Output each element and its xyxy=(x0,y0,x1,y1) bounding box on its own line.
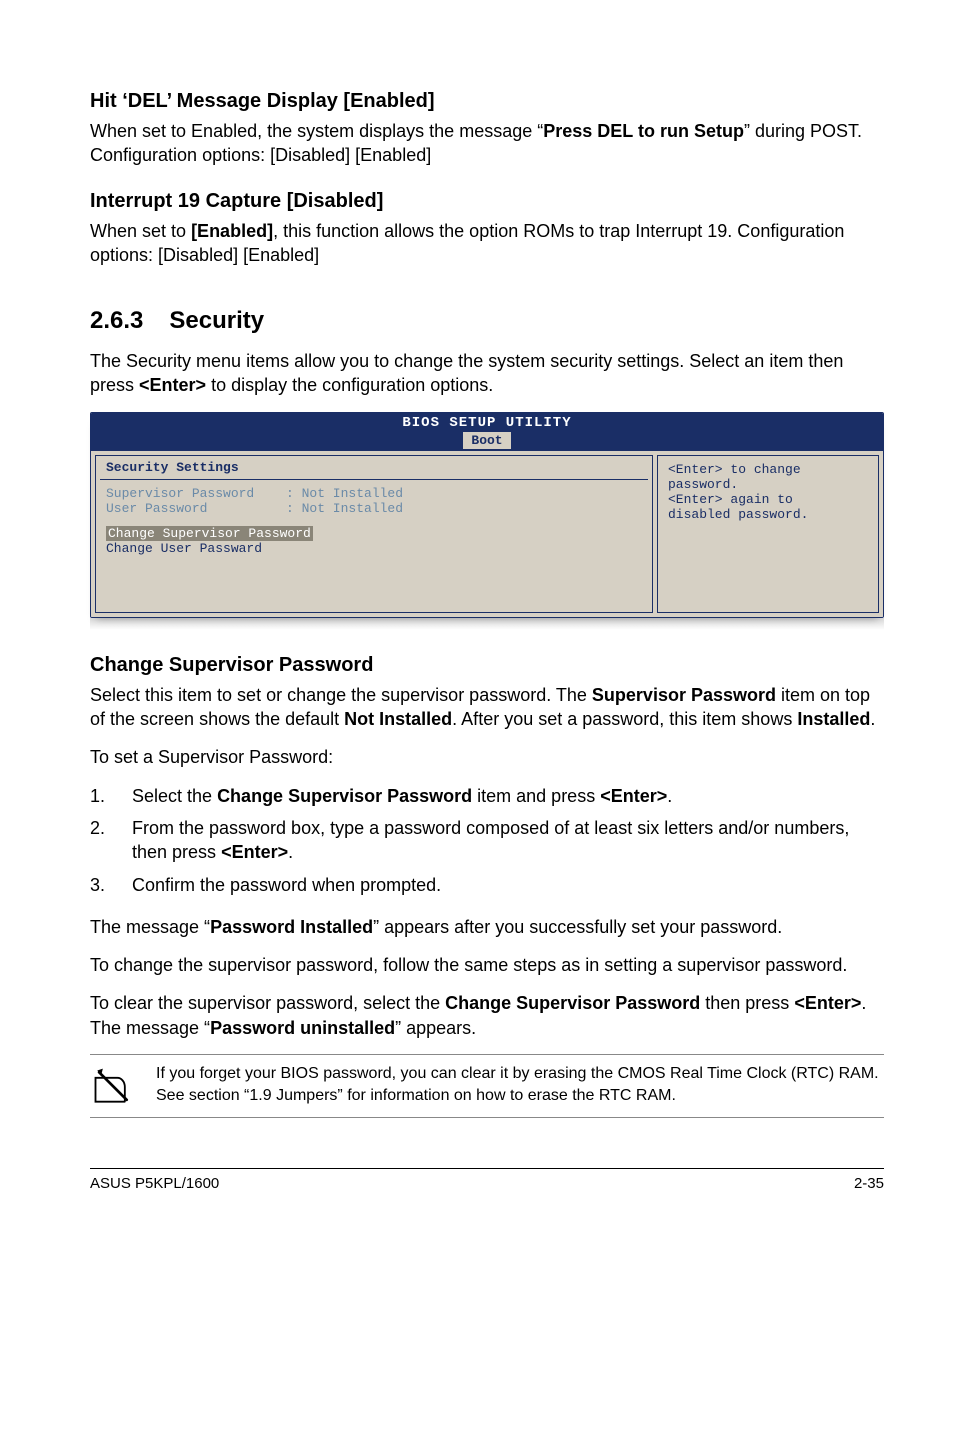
section-number: 2.6.3 xyxy=(90,307,143,335)
bios-body: Security Settings Supervisor Password : … xyxy=(91,451,883,617)
heading-change-supervisor-password: Change Supervisor Password xyxy=(90,654,884,677)
bios-help-pane: <Enter> to change password. <Enter> agai… xyxy=(657,455,879,613)
page: Hit ‘DEL’ Message Display [Enabled] When… xyxy=(0,0,954,1222)
bios-help-line: password. xyxy=(668,477,868,492)
heading-security: 2.6.3 Security xyxy=(90,307,884,335)
bios-row-user: User Password : Not Installed xyxy=(106,501,642,516)
text: The message “ xyxy=(90,917,210,937)
bios-field-label: User Password xyxy=(106,501,286,516)
page-footer: ASUS P5KPL/1600 2-35 xyxy=(90,1168,884,1192)
note-text: If you forget your BIOS password, you ca… xyxy=(156,1063,884,1106)
list-item: 1. Select the Change Supervisor Password… xyxy=(90,784,884,808)
bios-left-pane: Security Settings Supervisor Password : … xyxy=(95,455,653,613)
bios-shadow xyxy=(90,618,884,630)
text: Select the xyxy=(132,786,217,806)
bios-field-value: : Not Installed xyxy=(286,486,403,501)
list-item: 2. From the password box, type a passwor… xyxy=(90,816,884,865)
bold-text: <Enter> xyxy=(139,375,206,395)
bold-text: Installed xyxy=(797,709,870,729)
paragraph: To clear the supervisor password, select… xyxy=(90,991,884,1040)
text: . After you set a password, this item sh… xyxy=(452,709,797,729)
bold-text: Not Installed xyxy=(344,709,452,729)
text: then press xyxy=(700,993,794,1013)
paragraph-security-intro: The Security menu items allow you to cha… xyxy=(90,349,884,398)
bold-text: Supervisor Password xyxy=(592,685,776,705)
heading-hit-del: Hit ‘DEL’ Message Display [Enabled] xyxy=(90,90,884,113)
step-text: Confirm the password when prompted. xyxy=(132,873,441,897)
paragraph: To change the supervisor password, follo… xyxy=(90,953,884,977)
heading-interrupt-19: Interrupt 19 Capture [Disabled] xyxy=(90,190,884,213)
bold-text: <Enter> xyxy=(600,786,667,806)
bold-text: Change Supervisor Password xyxy=(217,786,472,806)
step-number: 1. xyxy=(90,784,132,808)
bios-selected-item: Change Supervisor Password xyxy=(106,526,313,541)
bold-text: Password Installed xyxy=(210,917,373,937)
bold-text: Press DEL to run Setup xyxy=(543,121,744,141)
bios-help-line: <Enter> to change xyxy=(668,462,868,477)
text: . xyxy=(288,842,293,862)
bios-screenshot: BIOS SETUP UTILITY Boot Security Setting… xyxy=(90,412,884,630)
paragraph: The message “Password Installed” appears… xyxy=(90,915,884,939)
bios-title: BIOS SETUP UTILITY xyxy=(91,413,883,431)
bios-tab-row: Boot xyxy=(91,431,883,451)
text: to display the configuration options. xyxy=(206,375,493,395)
footer-right: 2-35 xyxy=(854,1175,884,1192)
text: item and press xyxy=(472,786,600,806)
paragraph-interrupt-19: When set to [Enabled], this function all… xyxy=(90,219,884,268)
bios-window: BIOS SETUP UTILITY Boot Security Setting… xyxy=(90,412,884,618)
paragraph: To set a Supervisor Password: xyxy=(90,745,884,769)
bios-help-line: disabled password. xyxy=(668,507,868,522)
text: When set to Enabled, the system displays… xyxy=(90,121,543,141)
bold-text: Password uninstalled xyxy=(210,1018,395,1038)
text: Select this item to set or change the su… xyxy=(90,685,592,705)
bold-text: <Enter> xyxy=(794,993,861,1013)
steps-list: 1. Select the Change Supervisor Password… xyxy=(90,784,884,897)
bold-text: <Enter> xyxy=(221,842,288,862)
note-box: If you forget your BIOS password, you ca… xyxy=(90,1054,884,1118)
step-number: 2. xyxy=(90,816,132,865)
step-text: Select the Change Supervisor Password it… xyxy=(132,784,672,808)
step-number: 3. xyxy=(90,873,132,897)
text: When set to xyxy=(90,221,191,241)
bios-row-supervisor: Supervisor Password : Not Installed xyxy=(106,486,642,501)
text: ” appears. xyxy=(395,1018,476,1038)
bios-field-label: Supervisor Password xyxy=(106,486,286,501)
bios-left-heading: Security Settings xyxy=(100,460,648,480)
text: . xyxy=(870,709,875,729)
footer-left: ASUS P5KPL/1600 xyxy=(90,1175,219,1192)
section-title: Security xyxy=(169,307,264,334)
bios-tab-boot: Boot xyxy=(463,432,510,449)
text: . xyxy=(667,786,672,806)
pencil-note-icon xyxy=(90,1063,136,1109)
bios-menu-item: Change User Passward xyxy=(106,541,642,556)
list-item: 3. Confirm the password when prompted. xyxy=(90,873,884,897)
paragraph-hit-del: When set to Enabled, the system displays… xyxy=(90,119,884,168)
text: ” appears after you successfully set you… xyxy=(373,917,782,937)
step-text: From the password box, type a password c… xyxy=(132,816,884,865)
paragraph: Select this item to set or change the su… xyxy=(90,683,884,732)
bold-text: [Enabled] xyxy=(191,221,273,241)
text: To clear the supervisor password, select… xyxy=(90,993,445,1013)
bios-help-line: <Enter> again to xyxy=(668,492,868,507)
bios-field-value: : Not Installed xyxy=(286,501,403,516)
bold-text: Change Supervisor Password xyxy=(445,993,700,1013)
